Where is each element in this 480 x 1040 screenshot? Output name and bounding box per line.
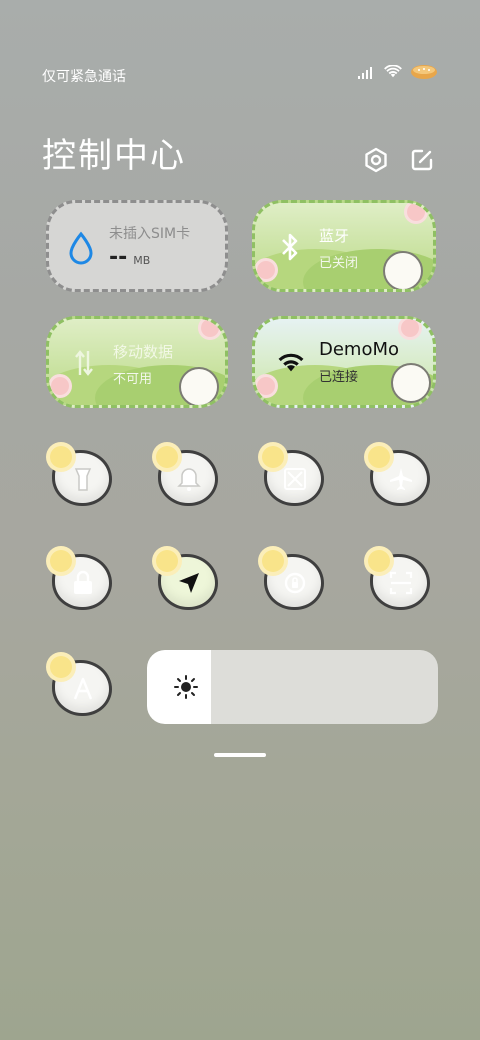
flower-decoration bbox=[407, 203, 425, 221]
flower-decoration bbox=[201, 319, 219, 337]
flower-decoration bbox=[401, 319, 419, 337]
bluetooth-label: 蓝牙 bbox=[319, 227, 350, 245]
auto-brightness-button[interactable] bbox=[50, 656, 116, 718]
airplane-button[interactable] bbox=[368, 446, 434, 508]
wifi-icon bbox=[278, 353, 304, 372]
bell-icon bbox=[174, 464, 204, 494]
battery-icon bbox=[411, 65, 437, 79]
edit-icon bbox=[411, 149, 433, 171]
lock-icon bbox=[68, 568, 98, 598]
scan-icon bbox=[386, 568, 416, 598]
mobile-data-tile[interactable]: 移动数据 不可用 bbox=[46, 316, 228, 408]
screenshot-button[interactable] bbox=[262, 446, 328, 508]
rotation-lock-icon bbox=[280, 568, 310, 598]
wifi-network-name: DemoMo bbox=[319, 339, 400, 360]
data-usage-number: -- bbox=[109, 245, 128, 270]
flashlight-button[interactable] bbox=[50, 446, 116, 508]
brightness-slider[interactable] bbox=[147, 650, 438, 724]
status-bar: 仅可紧急通话 bbox=[0, 60, 480, 90]
scan-button[interactable] bbox=[368, 550, 434, 612]
location-button[interactable] bbox=[156, 550, 222, 612]
sheep-decoration bbox=[179, 367, 219, 405]
settings-button[interactable] bbox=[360, 144, 392, 176]
data-tile-label: 未插入SIM卡 bbox=[109, 226, 191, 242]
flower-decoration bbox=[257, 261, 275, 279]
data-usage-unit: MB bbox=[133, 254, 151, 267]
mobile-data-label: 移动数据 bbox=[113, 343, 174, 361]
airplane-icon bbox=[386, 464, 416, 494]
wifi-icon bbox=[384, 65, 402, 78]
lock-screen-button[interactable] bbox=[50, 550, 116, 612]
home-indicator[interactable] bbox=[214, 753, 266, 757]
carrier-status: 仅可紧急通话 bbox=[42, 69, 126, 85]
location-arrow-icon bbox=[174, 568, 204, 598]
data-usage-value: -- MB bbox=[109, 245, 190, 270]
gear-icon bbox=[365, 147, 387, 173]
rotation-lock-button[interactable] bbox=[262, 550, 328, 612]
bluetooth-tile[interactable]: 蓝牙 已关闭 bbox=[252, 200, 436, 292]
water-drop-icon bbox=[69, 231, 93, 265]
auto-brightness-icon bbox=[68, 674, 98, 704]
bluetooth-status: 已关闭 bbox=[319, 256, 359, 271]
sheep-decoration bbox=[383, 251, 423, 289]
wifi-tile[interactable]: DemoMo 已连接 bbox=[252, 316, 436, 408]
page-title: 控制中心 bbox=[42, 136, 186, 176]
flashlight-icon bbox=[68, 464, 98, 494]
mobile-data-usage-tile[interactable]: 未插入SIM卡 -- MB bbox=[46, 200, 228, 292]
scissors-icon bbox=[280, 464, 310, 494]
wifi-status: 已连接 bbox=[319, 370, 359, 385]
mobile-data-status: 不可用 bbox=[113, 372, 153, 387]
signal-icon bbox=[358, 65, 376, 79]
sun-icon bbox=[174, 675, 198, 699]
flower-decoration bbox=[51, 377, 69, 395]
edit-button[interactable] bbox=[406, 144, 438, 176]
flower-decoration bbox=[257, 377, 275, 395]
bluetooth-icon bbox=[282, 233, 298, 261]
mobile-data-icon bbox=[75, 350, 93, 376]
status-icons bbox=[358, 64, 438, 80]
ringtone-button[interactable] bbox=[156, 446, 222, 508]
